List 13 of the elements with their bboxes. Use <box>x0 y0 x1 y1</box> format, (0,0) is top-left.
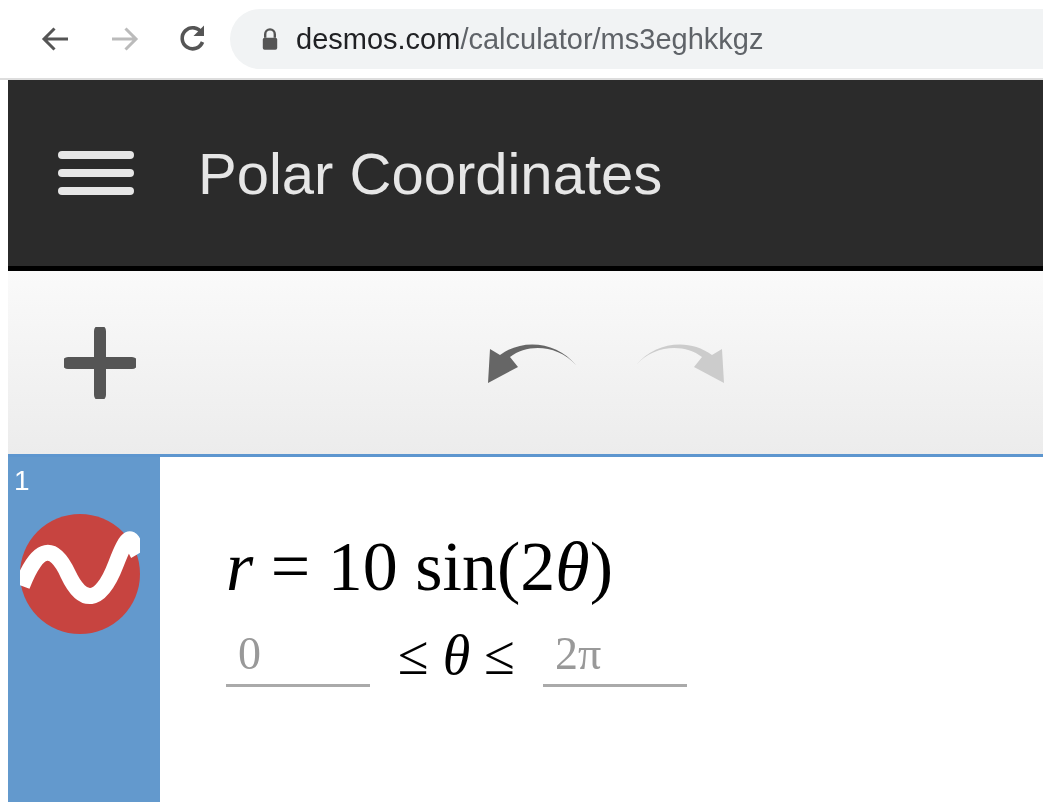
menu-icon[interactable] <box>58 151 134 195</box>
domain-max-field[interactable]: 2π <box>543 624 687 687</box>
domain-relation: ≤ θ ≤ <box>398 623 515 687</box>
expression-tab[interactable]: 1 <box>8 457 160 802</box>
formula-text[interactable]: r = 10 sin(2θ) <box>226 527 613 607</box>
add-icon[interactable] <box>64 326 136 399</box>
address-bar[interactable]: desmos.com/calculator/ms3eghkkgz <box>230 9 1043 69</box>
domain-min-field[interactable]: 0 <box>226 624 370 687</box>
expression-index: 1 <box>14 465 30 497</box>
url-text: desmos.com/calculator/ms3eghkkgz <box>296 22 764 56</box>
graph-title: Polar Coordinates <box>198 139 663 207</box>
wave-icon[interactable] <box>20 514 140 634</box>
lock-icon <box>260 27 280 51</box>
